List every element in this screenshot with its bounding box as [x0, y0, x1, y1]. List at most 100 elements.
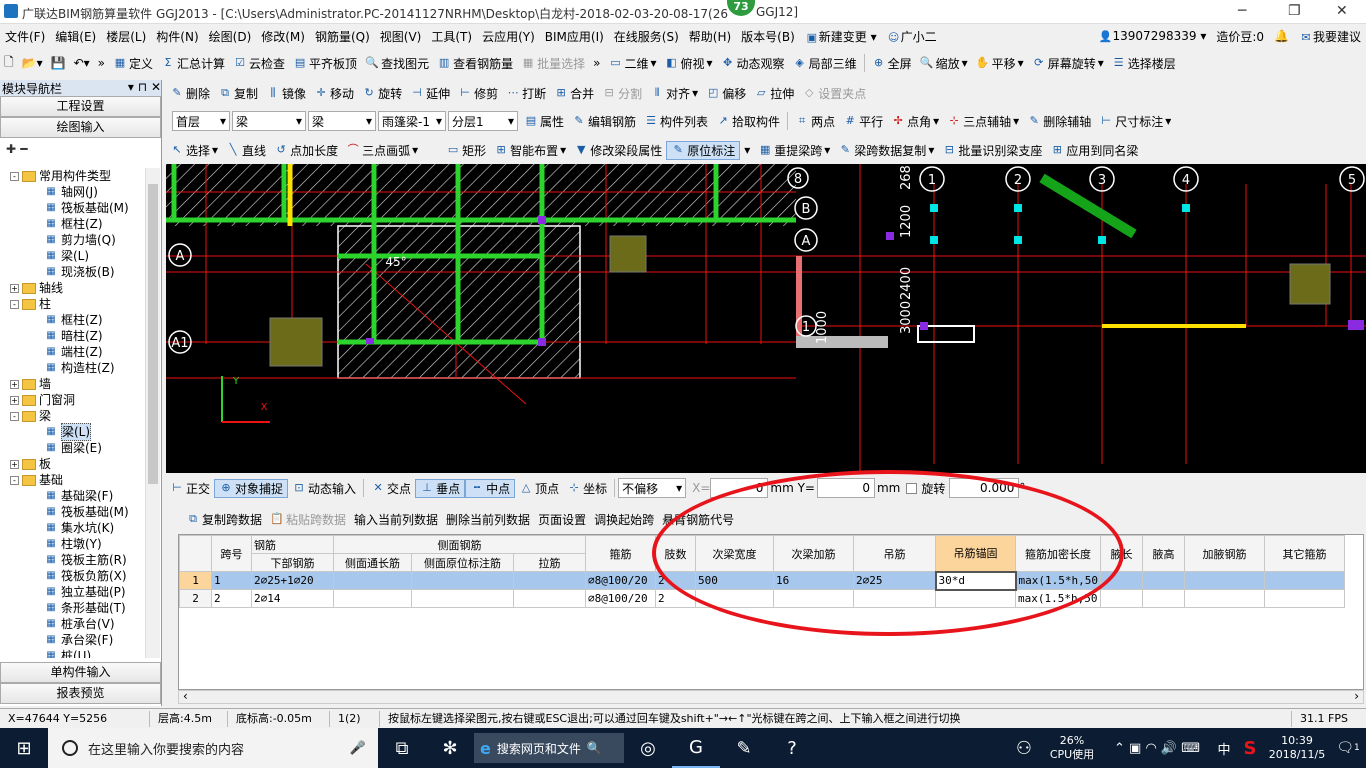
chrome-icon[interactable]: ◎ [624, 728, 672, 768]
component-type-select[interactable]: 梁 ▾ [232, 111, 306, 131]
cad-drawing[interactable]: A A1 B A 1 2 3 4 5 8 1 45° Y X 268 1200 … [166, 164, 1366, 473]
component-subtype-select[interactable]: 梁 ▾ [308, 111, 376, 131]
find-element-button[interactable]: 🔍 查找图元 [361, 55, 433, 72]
notification-icon[interactable]: 🗨 1 [1330, 728, 1366, 768]
define-button[interactable]: ▦ 定义 [109, 55, 157, 72]
reextract-span-button[interactable]: ▦ 重提梁跨 ▾ [754, 142, 834, 159]
gray-beam[interactable] [796, 336, 888, 348]
tree-folder[interactable]: + 门窗洞 [0, 392, 145, 408]
open-file-icon[interactable]: 📂▾ [18, 56, 47, 70]
table-hscrollbar[interactable]: ‹ › [178, 689, 1364, 704]
tree-item[interactable]: ▦ 独立基础(P) [0, 584, 145, 600]
table-cell[interactable]: 16 [773, 571, 854, 590]
new-file-icon[interactable]: 🗋 [0, 53, 18, 74]
menu-cloud[interactable]: 云应用(Y) [477, 28, 540, 45]
pick-component-button[interactable]: ↗ 拾取构件 [712, 113, 784, 130]
table-cell[interactable]: 500 [695, 571, 774, 590]
undo-icon[interactable]: ↶▾ [70, 56, 94, 70]
vertex-snap[interactable]: △ 顶点 [515, 480, 563, 497]
expand-icon[interactable]: + [10, 379, 19, 389]
input-column-data-button[interactable]: 输入当前列数据 [350, 511, 442, 528]
properties-button[interactable]: ▤ 属性 [520, 113, 568, 130]
table-cell[interactable]: max(1.5*h,50 [1015, 589, 1101, 608]
minimize-icon[interactable]: ─ [1238, 3, 1246, 19]
rotate-button[interactable]: ↻ 旋转 [358, 85, 406, 102]
tree-scrollbar[interactable] [145, 168, 160, 658]
layer-select[interactable]: 分层1 ▾ [448, 111, 518, 131]
table-cell[interactable]: 30*d [934, 570, 1017, 591]
merge-button[interactable]: ⊞ 合并 [550, 85, 598, 102]
offset-select[interactable]: 不偏移 ▾ [618, 478, 687, 498]
select-floor-button[interactable]: ☰ 选择楼层 [1108, 55, 1180, 72]
mirror-button[interactable]: ⫼ 镜像 [262, 85, 310, 102]
tree-item[interactable]: ▦ 筏板负筋(X) [0, 568, 145, 584]
notes-app-icon[interactable]: ✎ [720, 728, 768, 768]
tree-item[interactable]: ▦ 框柱(Z) [0, 216, 145, 232]
table-cell[interactable] [1099, 571, 1143, 590]
table-cell[interactable] [1183, 571, 1265, 590]
tree-item[interactable]: ▦ 柱墩(Y) [0, 536, 145, 552]
view-rebar-qty-button[interactable]: ▥ 查看钢筋量 [433, 55, 517, 72]
tree-item[interactable]: ▦ 承台梁(F) [0, 632, 145, 648]
drawing-canvas[interactable]: A A1 B A 1 2 3 4 5 8 1 45° Y X 268 1200 … [166, 164, 1366, 473]
dynamic-view-button[interactable]: ✥ 动态观察 [717, 55, 789, 72]
cpu-usage[interactable]: 26% CPU使用 [1042, 734, 1102, 762]
edit-rebar-button[interactable]: ✎ 编辑钢筋 [568, 113, 640, 130]
table-cell[interactable] [853, 589, 936, 608]
component-list-button[interactable]: ☰ 构件列表 [640, 113, 712, 130]
hatched-slab-top[interactable] [166, 164, 796, 226]
report-preview-button[interactable]: 报表预览 [0, 683, 161, 704]
tree-item[interactable]: ▦ 筏板基础(M) [0, 200, 145, 216]
align-button[interactable]: ⫴ 对齐 ▾ [646, 85, 702, 102]
diagonal-beam[interactable] [1039, 173, 1137, 239]
cost-beans[interactable]: 造价豆:0 [1211, 28, 1269, 45]
tray-icons[interactable]: ⌃ ▣ ◠ 🔊 ⌨ [1102, 728, 1212, 768]
table-cell[interactable] [411, 589, 514, 608]
offset-button[interactable]: ◰ 偏移 [702, 85, 750, 102]
table-cell[interactable]: 2⌀25+1⌀20 [251, 571, 334, 590]
table-cell[interactable] [1263, 571, 1345, 590]
tree-folder[interactable]: -梁 [0, 408, 145, 424]
table-cell[interactable]: 2⌀14 [251, 589, 334, 608]
component-name-select[interactable]: 雨篷梁-1 ▾ [378, 111, 446, 131]
batch-support-button[interactable]: ⊟ 批量识别梁支座 [938, 142, 1046, 159]
rotate-input[interactable]: 0.000 [949, 478, 1020, 498]
menu-bim[interactable]: BIM应用(I) [540, 28, 609, 45]
tree-item[interactable]: ▦ 框柱(Z) [0, 312, 145, 328]
windows-start-icon[interactable]: ⊞ [0, 728, 48, 768]
select-button[interactable]: ↖ 选择 ▾ [166, 142, 222, 159]
menu-edit[interactable]: 编辑(E) [50, 28, 101, 45]
intersection-snap[interactable]: ✕ 交点 [367, 480, 415, 497]
menu-tools[interactable]: 工具(T) [426, 28, 477, 45]
tree-item[interactable]: ▦ 筏板基础(M) [0, 504, 145, 520]
table-cell[interactable] [333, 571, 412, 590]
break-button[interactable]: ⋯ 打断 [502, 85, 550, 102]
tree-item[interactable]: ▦ 条形基础(T) [0, 600, 145, 616]
tree-item[interactable]: ▦ 桩承台(V) [0, 616, 145, 632]
table-cell[interactable] [513, 571, 586, 590]
beam-span-table[interactable]: 跨号 钢筋 侧面钢筋 箍筋 肢数 次梁宽度 次梁加筋 吊筋 吊筋锚固 箍筋加密长… [178, 534, 1364, 690]
paste-span-data-button[interactable]: 📋 粘贴跨数据 [266, 511, 350, 528]
three-point-axis-button[interactable]: ⊹ 三点辅轴 ▾ [943, 113, 1023, 130]
tree-folder[interactable]: - 常用构件类型 [0, 168, 145, 184]
menu-rebar[interactable]: 钢筋量(Q) [310, 28, 375, 45]
table-cell[interactable] [411, 571, 514, 590]
menu-file[interactable]: 文件(F) [0, 28, 50, 45]
rotate-screen-button[interactable]: ⟳ 屏幕旋转 ▾ [1028, 55, 1108, 72]
swap-start-span-button[interactable]: 调换起始跨 [590, 511, 658, 528]
menu-online[interactable]: 在线服务(S) [609, 28, 684, 45]
tree-scroll-thumb[interactable] [148, 184, 158, 484]
table-row[interactable]: 1 1 2⌀25+1⌀20 ⌀8@100/20 2 500 16 2⌀25 30*d max(1.… [179, 570, 1345, 591]
table-cell[interactable]: 2 [655, 589, 696, 608]
batch-select-button[interactable]: ▦ 批量选择 [517, 55, 589, 72]
tree-folder[interactable]: + 轴线 [0, 280, 145, 296]
overflow-icon[interactable]: » [589, 56, 604, 70]
tree-item[interactable]: ▦ 梁(L) [0, 248, 145, 264]
tree-item[interactable]: ▦ 轴网(J) [0, 184, 145, 200]
table-cell[interactable] [1183, 589, 1265, 608]
tree-item[interactable]: ▦ 端柱(Z) [0, 344, 145, 360]
taskbar-search[interactable]: 在这里输入你要搜索的内容 🎤 [48, 728, 378, 768]
tree-item[interactable]: ▦ 现浇板(B) [0, 264, 145, 280]
table-cell[interactable] [773, 589, 854, 608]
table-cell[interactable]: ⌀8@100/20 [585, 571, 656, 590]
